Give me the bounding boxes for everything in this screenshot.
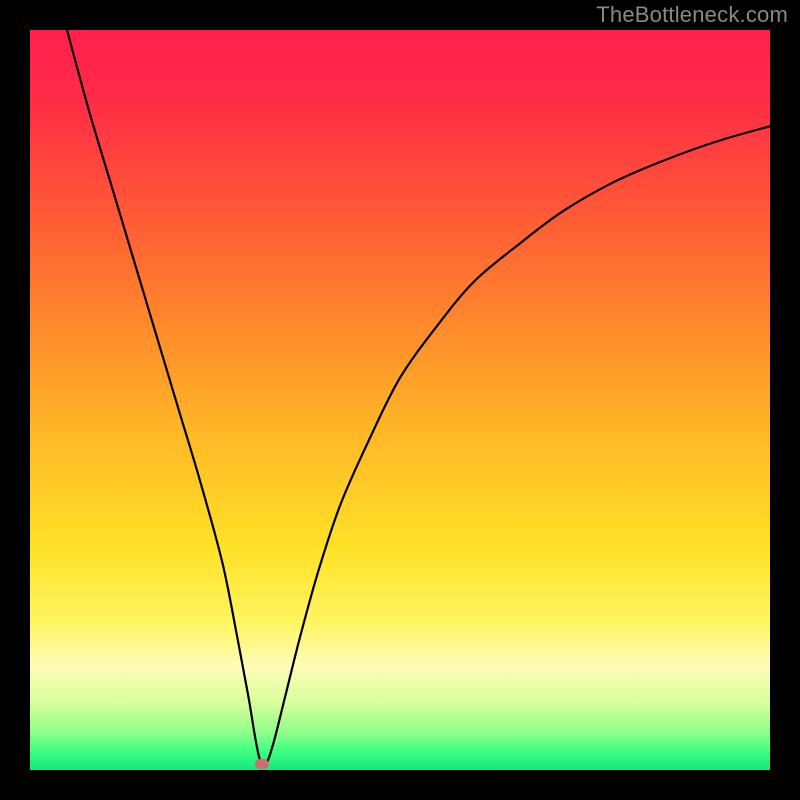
- minimum-marker: [255, 759, 269, 769]
- bottleneck-curve: [30, 30, 770, 770]
- watermark-text: TheBottleneck.com: [596, 2, 788, 28]
- chart-container: TheBottleneck.com: [0, 0, 800, 800]
- plot-area: [30, 30, 770, 770]
